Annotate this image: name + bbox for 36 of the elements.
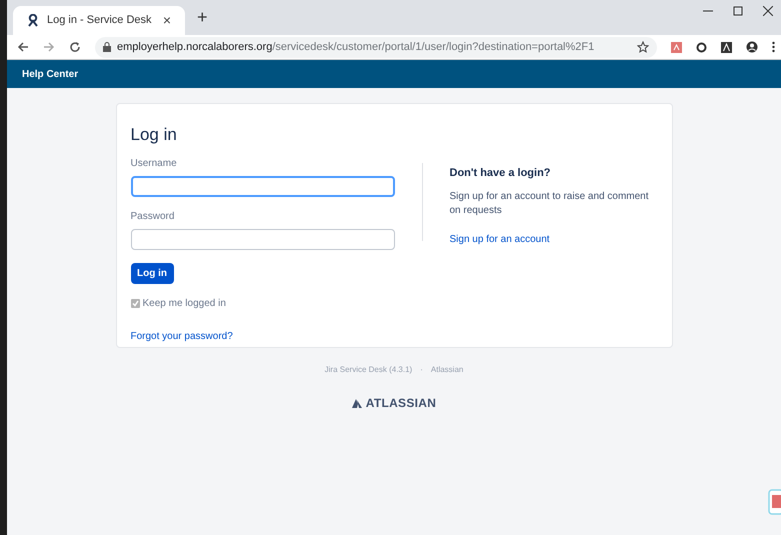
atlassian-logo-icon: [352, 398, 362, 408]
address-bar[interactable]: employerhelp.norcalaborers.org/servicedesk/customer/portal/1/user/login?destination=portal%2F1: [95, 36, 657, 58]
lock-icon: [103, 42, 111, 52]
circle-extension-icon[interactable]: [696, 42, 707, 52]
url-host: employerhelp.norcalaborers.org: [117, 40, 272, 53]
back-icon[interactable]: [17, 41, 29, 53]
username-field[interactable]: [130, 176, 394, 196]
product-version: Jira Service Desk (4.3.1): [324, 364, 412, 376]
reload-icon[interactable]: [69, 41, 81, 53]
menu-icon[interactable]: [772, 41, 775, 53]
new-tab-button[interactable]: +: [197, 4, 208, 31]
letter-extension-icon[interactable]: [721, 42, 732, 52]
atlassian-logo-text: ATLASSIAN: [366, 395, 436, 412]
separator: ·: [420, 364, 423, 376]
tab-title: Log in - Service Desk: [47, 13, 153, 28]
close-tab-icon[interactable]: ×: [162, 10, 171, 31]
keep-logged-in-checkbox[interactable]: [130, 298, 140, 308]
keep-logged-in-label: Keep me logged in: [142, 296, 226, 310]
signup-text: Sign up for an account to raise and comment on requests: [450, 190, 650, 218]
signup-heading: Don't have a login?: [450, 166, 552, 181]
password-label: Password: [130, 210, 176, 224]
service-desk-icon: [27, 14, 39, 27]
username-label: Username: [130, 156, 178, 170]
close-icon[interactable]: [763, 6, 773, 16]
password-field[interactable]: [130, 228, 394, 250]
signup-link[interactable]: Sign up for an account: [450, 232, 652, 246]
pdf-extension-icon[interactable]: [671, 42, 682, 52]
url-path: /servicedesk/customer/portal/1/user/login?destination=portal%2F1: [272, 40, 594, 53]
star-icon[interactable]: [637, 41, 649, 53]
browser-tab[interactable]: Log in - Service Desk ×: [13, 6, 185, 35]
maximize-icon[interactable]: [733, 6, 743, 16]
profile-icon[interactable]: [746, 41, 758, 53]
login-heading: Log in: [130, 124, 178, 146]
help-center-link[interactable]: Help Center: [22, 66, 78, 82]
forgot-password-link[interactable]: Forgot your password?: [130, 328, 422, 344]
login-button[interactable]: Log in: [130, 262, 174, 284]
